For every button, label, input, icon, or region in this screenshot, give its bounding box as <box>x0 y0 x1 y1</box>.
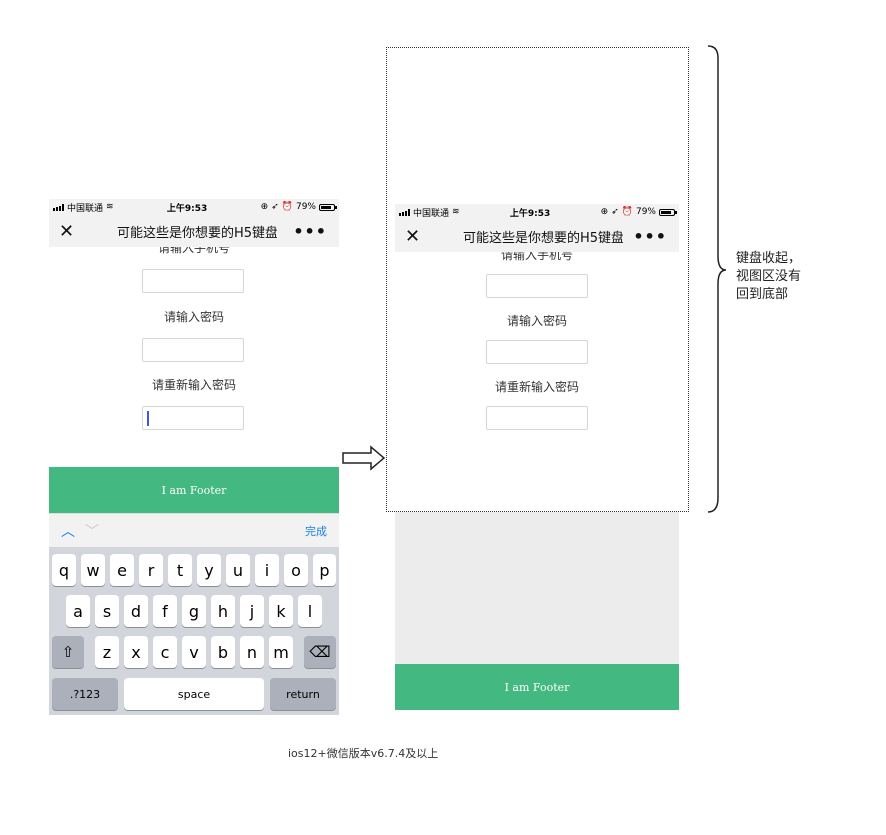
battery-percent: 79% <box>295 202 316 212</box>
battery-icon <box>319 203 337 211</box>
key[interactable]: p <box>313 554 336 586</box>
carrier-label: 中国联通 <box>67 203 104 214</box>
arrow-right-icon <box>342 445 386 471</box>
done-button[interactable]: 完成 <box>305 523 327 539</box>
annotation-line: 键盘收起， <box>736 251 802 266</box>
key[interactable]: g <box>182 595 206 627</box>
key[interactable]: y <box>197 554 221 586</box>
location-icon: ⊕ <box>260 202 269 212</box>
key[interactable]: n <box>240 636 264 668</box>
key[interactable]: t <box>168 554 192 586</box>
password-input[interactable] <box>142 338 244 362</box>
key[interactable]: v <box>182 636 206 668</box>
return-key[interactable]: return <box>270 678 336 710</box>
chevron-down-icon[interactable]: ﹀ <box>85 521 99 541</box>
key[interactable]: x <box>124 636 148 668</box>
page-title: 可能这些是你想要的H5键盘 <box>117 225 277 241</box>
key[interactable]: h <box>211 595 235 627</box>
phone-input[interactable] <box>142 269 244 293</box>
arrow-icon: ➶ <box>271 202 279 212</box>
annotation-text: 键盘收起， 视图区没有 回到底部 <box>736 250 866 304</box>
confirm-password-input[interactable] <box>142 406 244 430</box>
content-area: 请输入手机号 请输入密码 请重新输入密码 <box>49 247 339 467</box>
viewport-outline <box>386 47 689 512</box>
key[interactable]: a <box>66 595 90 627</box>
key[interactable]: r <box>139 554 163 586</box>
key[interactable]: i <box>255 554 279 586</box>
footer: I am Footer <box>395 664 679 710</box>
space-key[interactable]: space <box>124 678 264 710</box>
keyboard: ︿ ﹀ 完成 q w e r t y u i o p a s d f g h j… <box>49 513 339 715</box>
keyboard-keys: q w e r t y u i o p a s d f g h j k l ⇧ … <box>49 547 339 715</box>
key[interactable]: e <box>110 554 134 586</box>
more-icon[interactable]: ••• <box>293 222 327 241</box>
key[interactable]: q <box>52 554 76 586</box>
shift-key[interactable]: ⇧ <box>52 636 84 668</box>
key[interactable]: b <box>211 636 235 668</box>
phone-label: 请输入手机号 <box>157 247 230 255</box>
key[interactable]: m <box>269 636 293 668</box>
annotation-line: 视图区没有 <box>736 269 802 284</box>
annotation-line: 回到底部 <box>736 287 789 302</box>
backspace-key[interactable]: ⌫ <box>304 636 336 668</box>
signal-icon <box>53 203 64 211</box>
key[interactable]: z <box>95 636 119 668</box>
key[interactable]: c <box>153 636 177 668</box>
status-bar: 中国联通 ≋ 上午9:53 ⊕ ➶ ⏰ 79% <box>49 199 339 215</box>
curly-brace-icon <box>707 45 727 513</box>
nav-bar: ✕ 可能这些是你想要的H5键盘 ••• <box>49 215 339 247</box>
key[interactable]: k <box>269 595 293 627</box>
key[interactable]: w <box>81 554 105 586</box>
keyboard-toolbar: ︿ ﹀ 完成 <box>49 513 339 547</box>
chevron-up-icon[interactable]: ︿ <box>61 521 75 541</box>
caption: ios12+微信版本v6.7.4及以上 <box>288 747 439 760</box>
numbers-key[interactable]: .?123 <box>52 678 118 710</box>
footer-text: I am Footer <box>504 680 570 694</box>
key[interactable]: o <box>284 554 308 586</box>
key[interactable]: u <box>226 554 250 586</box>
alarm-icon: ⏰ <box>281 202 293 212</box>
status-time: 上午9:53 <box>166 203 208 214</box>
confirm-password-label: 请重新输入密码 <box>151 378 236 392</box>
key[interactable]: d <box>124 595 148 627</box>
password-label: 请输入密码 <box>163 310 224 324</box>
text-caret <box>147 411 149 426</box>
footer: I am Footer <box>49 467 339 513</box>
footer-text: I am Footer <box>161 483 227 497</box>
key[interactable]: f <box>153 595 177 627</box>
key[interactable]: l <box>298 595 322 627</box>
key[interactable]: j <box>240 595 264 627</box>
wifi-icon: ≋ <box>106 202 114 212</box>
left-phone: 中国联通 ≋ 上午9:53 ⊕ ➶ ⏰ 79% ✕ 可能这些是你想要的H5键盘 … <box>49 199 339 715</box>
close-icon[interactable]: ✕ <box>59 221 79 242</box>
key[interactable]: s <box>95 595 119 627</box>
